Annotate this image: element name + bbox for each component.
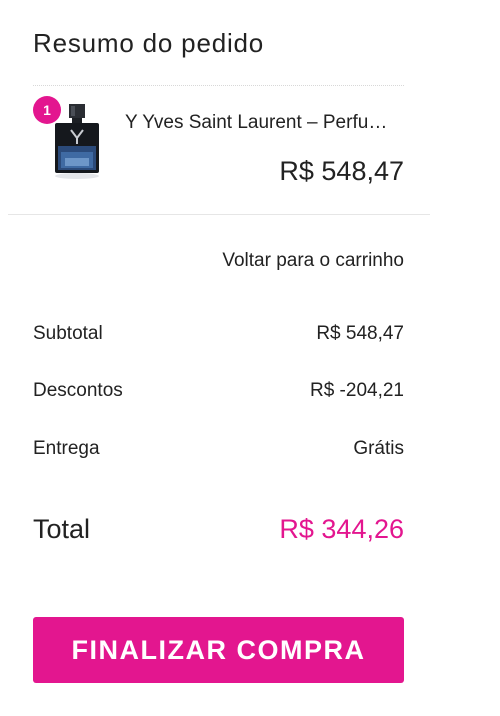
- cart-product-item: 1 Y Yves Saint Laurent – Perfume Masculi…: [33, 96, 404, 196]
- discount-label: Descontos: [33, 380, 123, 401]
- subtotal-value: R$ 548,47: [316, 323, 404, 344]
- back-to-cart-link[interactable]: Voltar para o carrinho: [222, 250, 404, 272]
- checkout-button[interactable]: FINALIZAR COMPRA: [33, 617, 404, 683]
- title-divider: [33, 85, 404, 86]
- shipping-label: Entrega: [33, 438, 100, 459]
- discount-value: R$ -204,21: [309, 380, 404, 401]
- order-summary-panel: Resumo do pedido 1 Y Yves Saint Laurent …: [0, 0, 500, 716]
- subtotal-label: Subtotal: [33, 323, 103, 344]
- discount-row: Descontos R$ -204,21: [33, 380, 404, 404]
- order-summary-title: Resumo do pedido: [33, 28, 265, 58]
- quantity-badge: 1: [33, 96, 61, 124]
- subtotal-row: Subtotal R$ 548,47: [33, 323, 404, 347]
- section-divider: [8, 214, 430, 215]
- total-label: Total: [33, 514, 91, 544]
- shipping-row: Entrega Grátis: [33, 438, 404, 462]
- product-name: Y Yves Saint Laurent – Perfume Masculino…: [125, 112, 390, 133]
- total-row: Total R$ 344,26: [33, 514, 404, 548]
- shipping-value: Grátis: [353, 438, 404, 459]
- product-price: R$ 548,47: [279, 156, 404, 186]
- total-value: R$ 344,26: [279, 514, 404, 544]
